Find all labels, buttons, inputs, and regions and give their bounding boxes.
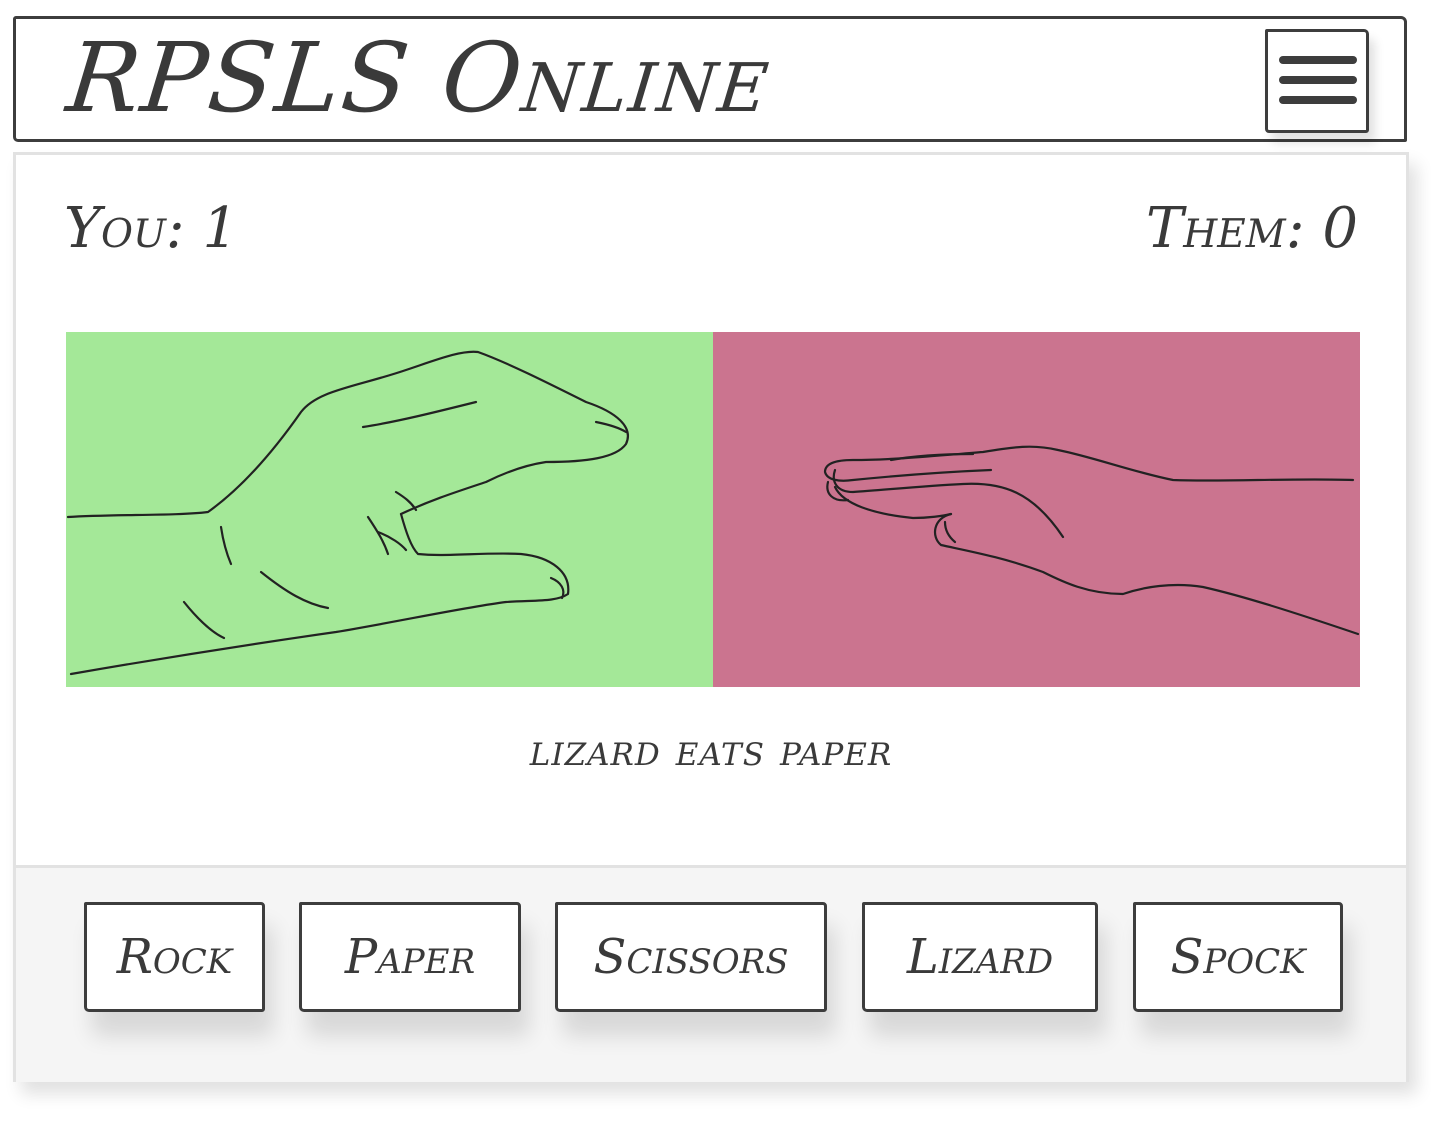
lizard-button[interactable]: Lizard xyxy=(862,902,1098,1012)
header-bar: RPSLS Online xyxy=(13,16,1407,142)
choice-bar: Rock Paper Scissors Lizard Spock xyxy=(16,865,1406,1082)
lizard-hand-icon xyxy=(66,350,629,676)
menu-button[interactable] xyxy=(1265,29,1369,133)
paper-hand-icon xyxy=(823,445,1360,636)
app-title: RPSLS Online xyxy=(62,22,777,134)
round-result: lizard eats paper xyxy=(529,725,893,776)
spock-button[interactable]: Spock xyxy=(1133,902,1343,1012)
your-hand-panel xyxy=(66,332,713,687)
paper-button[interactable]: Paper xyxy=(299,902,521,1012)
scissors-button[interactable]: Scissors xyxy=(555,902,827,1012)
rock-button[interactable]: Rock xyxy=(84,902,265,1012)
your-score: You: 1 xyxy=(64,196,239,261)
opponent-hand-panel xyxy=(713,332,1360,687)
opponent-score: Them: 0 xyxy=(1145,196,1358,261)
game-card: You: 1 Them: 0 lizard eats paper Rock Pa… xyxy=(13,152,1409,1082)
hands-display xyxy=(66,332,1360,687)
